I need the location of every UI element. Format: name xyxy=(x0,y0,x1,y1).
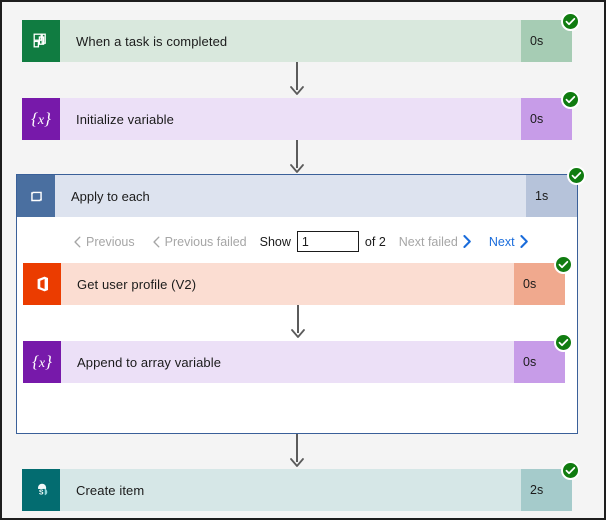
chevron-left-icon xyxy=(74,235,81,248)
next-button[interactable]: Next xyxy=(489,235,533,249)
flow-step-title: Get user profile (V2) xyxy=(61,263,514,305)
chevron-right-icon xyxy=(519,235,528,248)
flow-step-get-user-profile-v2[interactable]: Get user profile (V2) 0s xyxy=(23,255,573,305)
status-badge-succeeded xyxy=(561,12,580,31)
status-badge-succeeded xyxy=(561,90,580,109)
loop-iteration-pager: Previous Previous failed Show of 2 Next … xyxy=(69,231,533,252)
flow-step-title: Initialize variable xyxy=(60,98,521,140)
apply-to-each-title: Apply to each xyxy=(55,175,526,217)
chevron-right-icon xyxy=(463,235,471,248)
connector-arrow xyxy=(290,164,304,174)
loop-icon xyxy=(17,175,55,217)
chevron-left-icon xyxy=(152,235,160,248)
status-badge-succeeded xyxy=(554,255,573,274)
flow-step-title: Create item xyxy=(60,469,521,511)
connector-arrow xyxy=(290,458,304,468)
page-count-label: of 2 xyxy=(364,234,386,249)
apply-to-each-header[interactable]: Apply to each 1s xyxy=(17,175,577,217)
status-badge-succeeded xyxy=(554,333,573,352)
svg-text:S: S xyxy=(38,489,43,496)
apply-to-each-scope: Apply to each 1s Previous Previous faile… xyxy=(16,166,586,434)
connector-arrow xyxy=(291,329,305,339)
next-failed-label: Next failed xyxy=(398,234,458,249)
flow-step-create-item[interactable]: S Create item 2s xyxy=(22,461,580,511)
flow-step-initialize-variable[interactable]: {x} Initialize variable 0s xyxy=(22,90,580,140)
status-badge-succeeded xyxy=(567,166,586,185)
flow-step-title: Append to array variable xyxy=(61,341,514,383)
previous-failed-button[interactable]: Previous failed xyxy=(148,235,247,249)
status-badge-succeeded xyxy=(561,461,580,480)
iteration-page-input[interactable] xyxy=(296,231,359,252)
connector-arrow xyxy=(290,86,304,96)
previous-button[interactable]: Previous xyxy=(69,235,135,249)
previous-label: Previous xyxy=(86,234,135,249)
variables-icon: {x} xyxy=(22,98,60,140)
flow-step-when-a-task-is-completed[interactable]: When a task is completed 0s xyxy=(22,12,580,62)
flow-step-append-to-array-variable[interactable]: {x} Append to array variable 0s xyxy=(23,333,573,383)
flow-run-canvas: When a task is completed 0s {x} Initiali… xyxy=(0,0,606,520)
sharepoint-icon: S xyxy=(22,469,60,511)
show-label: Show xyxy=(259,234,291,249)
planner-icon xyxy=(22,20,60,62)
office365-icon xyxy=(23,263,61,305)
previous-failed-label: Previous failed xyxy=(164,234,247,249)
next-label: Next xyxy=(488,234,515,249)
next-failed-button[interactable]: Next failed xyxy=(399,235,476,249)
variables-icon: {x} xyxy=(23,341,61,383)
flow-step-title: When a task is completed xyxy=(60,20,521,62)
